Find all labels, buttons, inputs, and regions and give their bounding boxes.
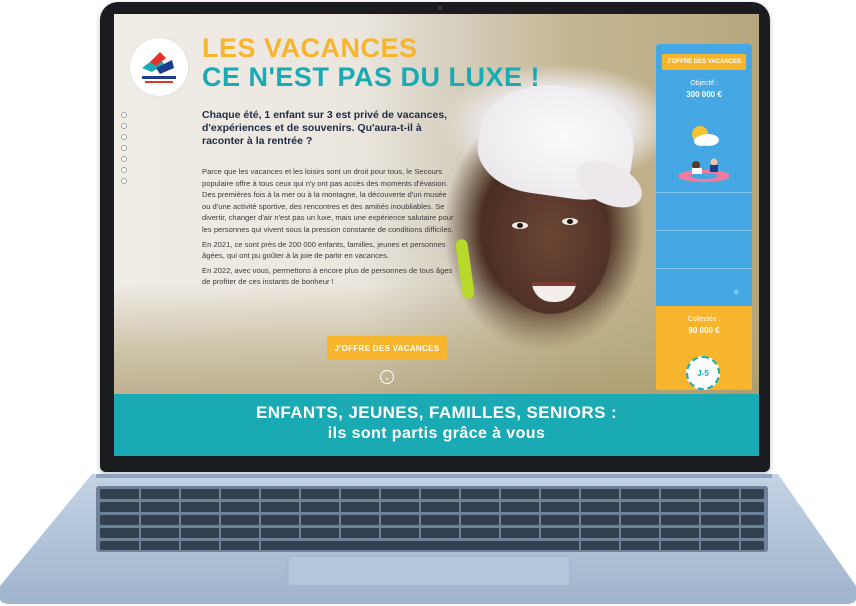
donate-button[interactable]: J'OFFRE DES VACANCES — [327, 336, 447, 360]
section-dot[interactable] — [121, 112, 127, 118]
body-paragraph: En 2021, ce sont près de 200 000 enfants… — [202, 239, 446, 261]
collected-label: Collectés : — [687, 316, 721, 323]
child-eye-right — [562, 218, 578, 225]
section-dot[interactable] — [121, 123, 127, 129]
intro-text: Chaque été, 1 enfant sur 3 est privé de … — [202, 109, 448, 147]
tracker-donate-button[interactable]: J'OFFRE DES VACANCES — [662, 54, 746, 70]
webcam — [438, 6, 442, 10]
scroll-down-icon[interactable]: ⌄ — [380, 370, 394, 384]
section-dots — [121, 112, 127, 189]
logo-icon[interactable] — [130, 38, 188, 96]
star-icon: ★ — [732, 288, 741, 298]
banner-title: ENFANTS, JEUNES, FAMILLES, SENIORS : — [255, 403, 618, 422]
tracker-divider — [656, 230, 752, 231]
section-dot[interactable] — [121, 134, 127, 140]
tracker-divider — [656, 268, 752, 269]
section-dot[interactable] — [121, 156, 127, 162]
objective-value: 300 000 € — [686, 90, 722, 99]
sun-cloud-icon — [692, 126, 719, 146]
swimmer-icon — [678, 158, 730, 182]
screen: LES VACANCES CE N'EST PAS DU LUXE ! Chaq… — [114, 14, 759, 456]
body-text: Parce que les vacances et les loisirs so… — [202, 166, 454, 291]
donation-tracker: J'OFFRE DES VACANCES Objectif : 300 000 … — [656, 44, 752, 390]
body-paragraph: En 2022, avec vous, permettons à encore … — [202, 265, 453, 287]
objective-label: Objectif : — [690, 80, 718, 87]
collected-value: 90 000 € — [688, 326, 720, 335]
body-paragraph: Parce que les vacances et les loisirs so… — [202, 167, 454, 234]
child-eye-left — [512, 222, 528, 229]
page-title: LES VACANCES CE N'EST PAS DU LUXE ! — [202, 34, 540, 92]
section-dot[interactable] — [121, 145, 127, 151]
banner-subtitle: ils sont partis grâce à vous — [327, 425, 546, 442]
countdown-badge: J-5 — [686, 356, 720, 390]
laptop-keyboard-deck — [0, 474, 856, 604]
section-dot[interactable] — [121, 178, 127, 184]
testimonials-banner: ENFANTS, JEUNES, FAMILLES, SENIORS : ils… — [114, 394, 759, 456]
headline-line-2: CE N'EST PAS DU LUXE ! — [202, 62, 540, 92]
section-dot[interactable] — [121, 167, 127, 173]
tracker-divider — [656, 192, 752, 193]
headline-line-1: LES VACANCES — [202, 33, 418, 63]
